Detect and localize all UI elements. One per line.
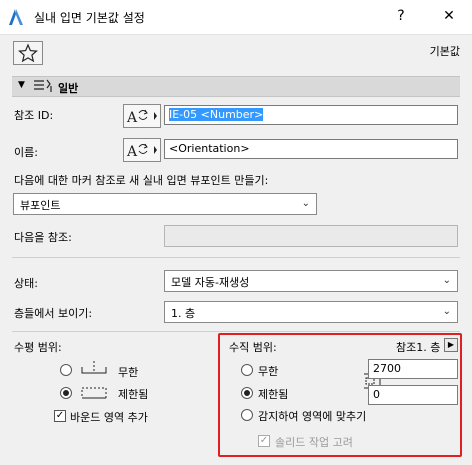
horizontal-range-title: 수평 범위: — [14, 341, 62, 354]
chevron-down-icon: ⌄ — [301, 198, 310, 209]
v-infinite-radio[interactable] — [241, 364, 253, 376]
autotext-button-ref-id[interactable]: A — [123, 104, 161, 128]
h-limited-radio[interactable] — [60, 387, 72, 399]
h-infinite-icon — [78, 359, 110, 382]
section-title: 일반 — [58, 82, 79, 95]
refer-field — [164, 225, 458, 247]
show-on-stories-value: 1. 층 — [171, 307, 196, 320]
favorites-button[interactable] — [13, 41, 43, 65]
refer-label: 다음을 참조: — [14, 231, 72, 244]
solid-operation-label: 솔리드 작업 고려 — [275, 436, 353, 449]
name-field[interactable]: <Orientation> — [164, 139, 458, 159]
status-select[interactable]: 모델 자동-재생성 ⌄ — [164, 270, 458, 292]
show-on-stories-label: 층들에서 보이기: — [14, 307, 93, 320]
divider — [12, 331, 460, 332]
add-bound-checkbox[interactable]: ✓ — [54, 410, 66, 422]
ref-story-label: 참조1. 층 — [396, 341, 441, 354]
svg-text:A: A — [126, 110, 138, 126]
chevron-down-icon: ⌄ — [442, 306, 451, 317]
v-limited-label: 제한됨 — [258, 388, 289, 401]
v-fit-label: 감지하여 영역에 맞추기 — [258, 410, 367, 423]
ref-id-value: IE-05 <Number> — [169, 108, 264, 121]
marker-viewpoint-select[interactable]: 뷰포인트 ⌄ — [13, 193, 317, 215]
autotext-icon: A — [126, 109, 157, 126]
section-header-general[interactable]: ▼ 일반 — [12, 76, 460, 97]
h-limited-label: 제한됨 — [118, 388, 149, 401]
h-infinite-label: 무한 — [118, 366, 139, 379]
marker-label: 다음에 대한 마커 참조로 새 실내 입면 뷰포인트 만들기: — [14, 174, 269, 187]
h-infinite-radio[interactable] — [60, 364, 72, 376]
solid-operation-checkbox: ✓ — [258, 435, 270, 447]
ref-story-arrow-button[interactable]: ▶ — [444, 338, 458, 352]
status-label: 상태: — [14, 277, 38, 290]
name-label: 이름: — [14, 146, 38, 159]
ref-id-field[interactable]: IE-05 <Number> — [164, 105, 458, 125]
chevron-down-icon: ⌄ — [442, 275, 451, 286]
upper-limit-field[interactable]: 2700 — [368, 359, 458, 379]
general-settings-icon — [32, 78, 54, 97]
star-icon — [18, 43, 38, 63]
autotext-button-name[interactable]: A — [123, 138, 161, 162]
show-on-stories-select[interactable]: 1. 층 ⌄ — [164, 301, 458, 323]
svg-text:A: A — [126, 144, 138, 160]
collapse-arrow-icon[interactable]: ▼ — [18, 80, 25, 90]
default-label: 기본값 — [429, 45, 460, 58]
add-bound-label: 바운드 영역 추가 — [70, 411, 148, 424]
close-button[interactable]: ✕ — [438, 6, 460, 26]
h-limited-icon — [78, 382, 110, 405]
ref-id-label: 참조 ID: — [14, 109, 54, 122]
title-bar: 실내 입면 기본값 설정 ? ✕ — [0, 0, 472, 35]
v-infinite-label: 무한 — [258, 365, 279, 378]
autotext-icon: A — [126, 143, 157, 160]
window-title: 실내 입면 기본값 설정 — [34, 11, 145, 25]
help-button[interactable]: ? — [390, 6, 412, 26]
v-limited-radio[interactable] — [241, 387, 253, 399]
vertical-range-title: 수직 범위: — [229, 341, 277, 354]
status-value: 모델 자동-재생성 — [171, 276, 250, 289]
app-logo-icon — [8, 8, 24, 29]
lower-limit-field[interactable]: 0 — [368, 385, 458, 405]
v-fit-radio[interactable] — [241, 409, 253, 421]
divider — [12, 257, 460, 258]
marker-viewpoint-value: 뷰포인트 — [20, 199, 61, 212]
